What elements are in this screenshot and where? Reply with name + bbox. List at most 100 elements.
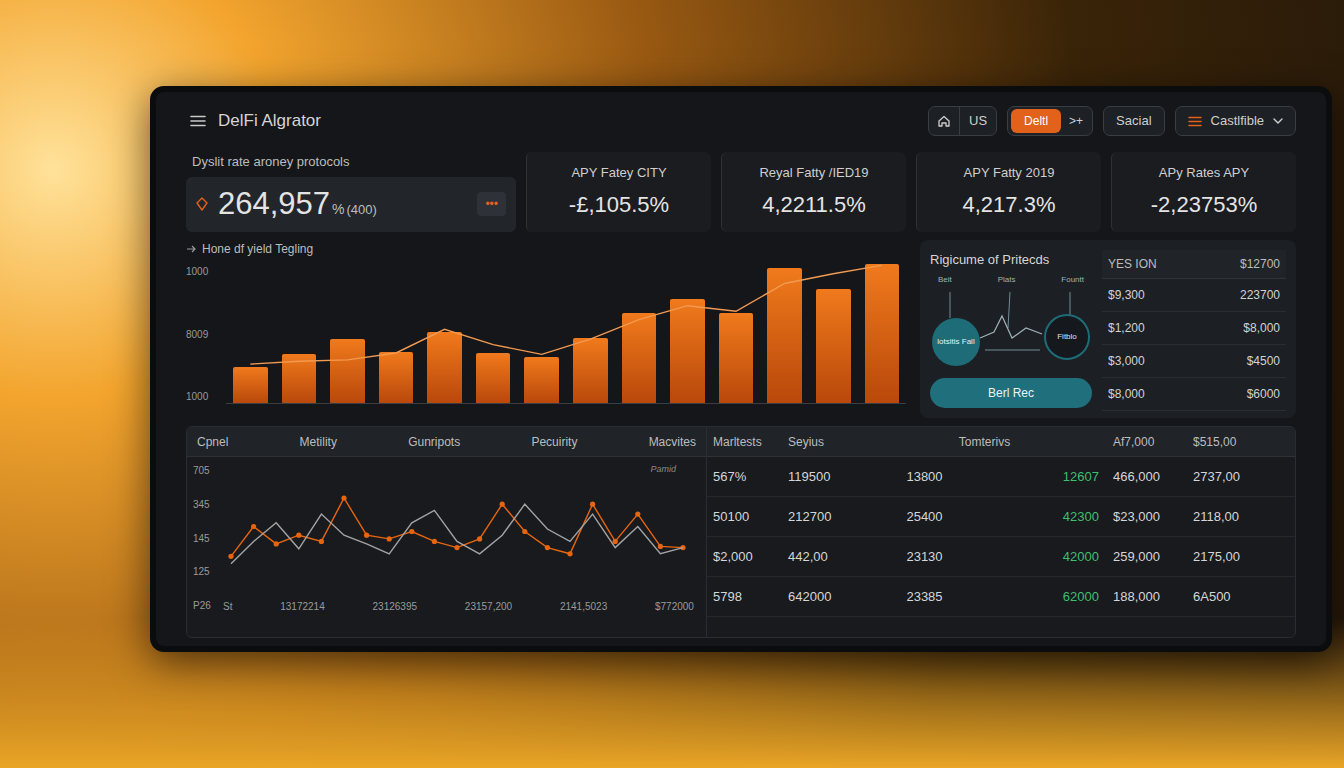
middle-row: Hone df yield Tegling 1000 8009 1000 Rigicum… [186, 240, 1296, 418]
x-tick: St [223, 599, 232, 614]
line-chart [223, 457, 699, 599]
summary-card: Dyslit rate aroney protocols 264,957%(400… [186, 152, 516, 232]
diagram-labels: BeitPlatsFountt [930, 274, 1092, 286]
pill-button[interactable]: Deltl [1011, 109, 1061, 133]
social-button[interactable]: Sacial [1103, 106, 1164, 136]
stat-value: -£,105.5% [569, 188, 669, 221]
diagram-node[interactable]: Fitblo [1044, 314, 1090, 360]
trend-line [226, 264, 906, 403]
stat-value: 4,217.3% [963, 188, 1056, 221]
data-point [454, 545, 459, 550]
protocols-row: $8,000 $6000 [1102, 378, 1286, 411]
column-header[interactable]: Metility [300, 433, 337, 451]
protocols-title: Rigicume of Pritecds [930, 250, 1092, 270]
data-point [522, 529, 527, 534]
bar [524, 357, 559, 403]
data-point [613, 539, 618, 544]
data-point [635, 512, 640, 517]
region-group[interactable]: US [928, 106, 997, 136]
market-row[interactable]: 501002127002540042300$23,0002118,00 [707, 497, 1295, 537]
stat-value: -2,23753% [1151, 188, 1257, 221]
data-point [477, 536, 482, 541]
x-axis: St131722142312639523157,2002141,5023$772… [223, 599, 706, 614]
y-tick: 345 [193, 497, 223, 512]
column-header[interactable]: Af7,000 [1107, 433, 1187, 451]
app-title: DelFi Algrator [218, 108, 321, 134]
summary-cards: Dyslit rate aroney protocols 264,957%(400… [186, 152, 1296, 232]
column-header[interactable]: Gunripots [408, 433, 460, 451]
series [231, 504, 683, 564]
diagram-label: Fountt [1061, 274, 1084, 286]
pill-group: Deltl >+ [1007, 106, 1093, 136]
table-cell: 62000 [987, 587, 1107, 607]
pill-action[interactable]: >+ [1069, 112, 1083, 130]
brand: DelFi Algrator [186, 108, 321, 134]
header-controls: US Deltl >+ Sacial Castlfible [928, 106, 1296, 136]
y-axis: 705345145125P26 [187, 457, 223, 637]
bar-slot [323, 264, 372, 403]
markets-header-right: MarltestsSeyiusTomterivsAf7,000$515,00 [707, 427, 1295, 457]
table-cell: $8,000 [1108, 385, 1145, 403]
bar [719, 313, 754, 403]
stat-label: APY Fatty 2019 [964, 163, 1055, 183]
node-label: lotsitis Fall [937, 337, 974, 347]
home-button[interactable] [929, 107, 960, 135]
region-label[interactable]: US [960, 111, 996, 131]
table-cell: $2,000 [707, 547, 782, 567]
summary-number: 264,957 [218, 188, 330, 219]
column-header[interactable]: $515,00 [1187, 433, 1295, 451]
column-header[interactable]: Marltests [707, 433, 782, 451]
table-cell: 13800 [862, 467, 987, 487]
column-header[interactable]: Tomterivs [862, 433, 1107, 451]
y-tick: 8009 [186, 327, 220, 342]
bar-slot [420, 264, 469, 403]
yield-chart-title: Hone df yield Tegling [202, 240, 313, 258]
market-row[interactable]: 567%1195001380012607466,0002737,00 [707, 457, 1295, 497]
series-line [231, 504, 683, 564]
data-point [658, 544, 663, 549]
protocols-button[interactable]: Berl Rec [930, 378, 1092, 408]
protocols-row: $3,000$4500 [1102, 345, 1286, 378]
filter-dropdown[interactable]: Castlfible [1175, 106, 1296, 136]
stat-value: 4,2211.5% [762, 188, 866, 221]
more-button[interactable]: ••• [477, 192, 506, 216]
data-point [341, 495, 346, 500]
y-tick: 1000 [186, 264, 220, 279]
column-header[interactable]: Macvites [649, 433, 696, 451]
market-row[interactable]: $2,000442,002313042000259,0002175,00 [707, 537, 1295, 577]
summary-unit: % [332, 199, 344, 220]
column-header[interactable]: Seyius [782, 433, 862, 451]
summary-label: Dyslit rate aroney protocols [186, 152, 516, 172]
data-point [545, 545, 550, 550]
diagram-node[interactable]: lotsitis Fall [932, 318, 980, 366]
data-point [364, 533, 369, 538]
protocols-row: $1,200$8,000 [1102, 312, 1286, 345]
table-cell: 6A500 [1187, 587, 1295, 607]
table-cell: 212700 [782, 507, 862, 527]
summary-value: 264,957%(400) [218, 188, 467, 220]
column-header[interactable]: Cpnel [197, 433, 228, 451]
bars [226, 264, 906, 403]
protocols-overview: Rigicume of Pritecds BeitPlatsFountt lotsi… [930, 250, 1092, 408]
table-cell: 2175,00 [1187, 547, 1295, 567]
laptop-screen: DelFi Algrator US Deltl >+ Sacial Castlfible D… [150, 86, 1332, 652]
y-tick: 1000 [186, 389, 220, 404]
bar [865, 264, 900, 403]
stat-label: APy Rates APY [1159, 163, 1249, 183]
table-cell: 42000 [987, 547, 1107, 567]
menu-icon [190, 115, 206, 127]
market-row[interactable]: 57986420002338562000188,0006A500 [707, 577, 1295, 617]
protocol-diagram: BeitPlatsFountt lotsitis Fall Fitblo [930, 274, 1092, 370]
x-tick: 13172214 [280, 599, 325, 614]
data-point [251, 524, 256, 529]
bar-slot [517, 264, 566, 403]
y-tick: 705 [193, 463, 223, 478]
bar-slot [566, 264, 615, 403]
home-icon [937, 114, 951, 128]
bar-slot [663, 264, 712, 403]
column-header[interactable]: Pecuirity [531, 433, 577, 451]
y-axis: 1000 8009 1000 [186, 264, 226, 404]
data-point [274, 541, 279, 546]
table-cell: $6000 [1247, 385, 1280, 403]
bar-slot [372, 264, 421, 403]
